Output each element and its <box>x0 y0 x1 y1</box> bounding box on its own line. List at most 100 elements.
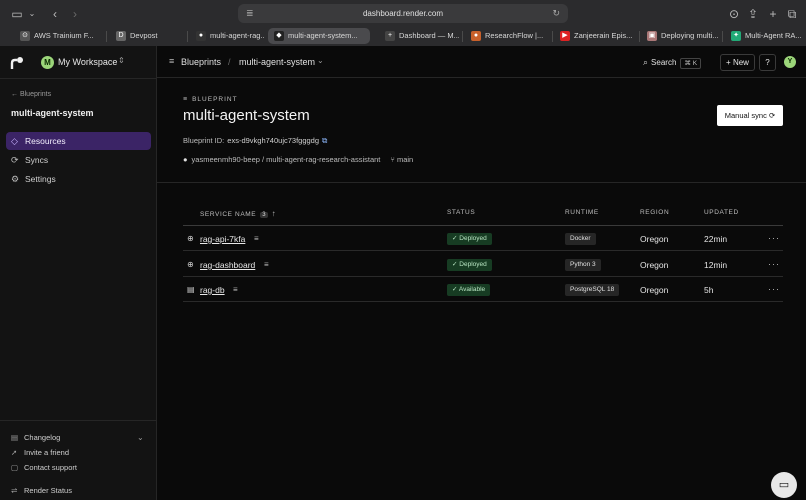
browser-tab[interactable]: ▣ Deploying multi... <box>641 28 719 44</box>
footer-link-label: Contact support <box>24 463 77 472</box>
tab-divider <box>639 31 640 42</box>
search-label: Search <box>651 58 677 67</box>
forward-arrow-icon[interactable]: › <box>68 5 82 23</box>
sidebar-item-syncs[interactable]: ⟳ Syncs <box>6 151 151 169</box>
browser-chrome: ▭ ⌄ ‹ › ≣ dashboard.render.com ↻ ⊙ ⇪ + ⧉… <box>0 0 806 46</box>
tab-favicon-icon: ✦ <box>731 31 741 41</box>
workspace-avatar[interactable]: M <box>41 56 54 69</box>
sidebar-toggle-icon[interactable]: ▭ <box>9 5 25 23</box>
back-to-blueprints-link[interactable]: ← Blueprints <box>11 91 51 98</box>
browser-tab[interactable]: ● ResearchFlow |... <box>465 28 549 44</box>
github-icon: ● <box>183 155 188 164</box>
tab-divider <box>722 31 723 42</box>
row-divider <box>183 301 783 302</box>
breadcrumb-current[interactable]: multi-agent-system <box>239 57 315 67</box>
browser-tab[interactable]: D Devpost <box>110 28 184 44</box>
globe-icon: ⊕ <box>187 260 194 269</box>
share-icon[interactable]: ⇪ <box>746 5 760 23</box>
browser-tab[interactable]: + Dashboard — M... <box>379 28 459 44</box>
new-tab-icon[interactable]: + <box>766 5 780 23</box>
blueprint-label-text: BLUEPRINT <box>192 96 238 103</box>
logs-icon[interactable]: ≡ <box>254 234 259 243</box>
browser-tab[interactable]: ● multi-agent-rag... <box>190 28 264 44</box>
repo-link[interactable]: yasmeenmh90-beep / multi-agent-rag-resea… <box>192 155 381 164</box>
sidebar-item-label: Settings <box>25 174 56 184</box>
sidebar-title: multi-agent-system <box>11 108 94 118</box>
page-title: multi-agent-system <box>183 107 310 124</box>
header-runtime: RUNTIME <box>565 209 599 216</box>
chevron-down-icon[interactable]: ⌄ <box>27 5 37 23</box>
chevron-up-down-icon[interactable]: ⇕ <box>118 56 125 65</box>
breadcrumb-separator: / <box>228 57 231 67</box>
header-region: REGION <box>640 209 670 216</box>
reload-icon[interactable]: ↻ <box>552 4 560 23</box>
url-bar[interactable]: ≣ dashboard.render.com ↻ <box>238 4 568 23</box>
tab-overview-icon[interactable]: ⧉ <box>785 5 799 23</box>
page-settings-icon[interactable]: ≣ <box>246 4 254 23</box>
service-name-link[interactable]: rag-api-7kfa <box>200 234 245 244</box>
plus-icon: + <box>726 58 733 67</box>
browser-tab[interactable]: ⊙ AWS Trainium F... <box>14 28 102 44</box>
more-options-icon[interactable]: ··· <box>768 233 780 243</box>
service-count-badge: 3 <box>260 212 268 218</box>
tab-label: Devpost <box>130 31 158 40</box>
tab-label: Deploying multi... <box>661 31 719 40</box>
blueprint-icon: ≡ <box>183 96 189 103</box>
browser-tab-active[interactable]: ◆ multi-agent-system... <box>268 28 370 44</box>
sidebar-item-settings[interactable]: ⚙ Settings <box>6 170 151 188</box>
status-text: Deployed <box>459 235 487 242</box>
service-name-link[interactable]: rag-db <box>200 285 225 295</box>
changelog-icon: ▤ <box>11 433 19 442</box>
user-avatar[interactable]: Y <box>784 56 796 68</box>
copy-icon[interactable]: ⧉ <box>322 136 327 145</box>
search-button[interactable]: ⌕ Search ⌘ K <box>643 57 702 69</box>
status-badge: ✓ Available <box>447 284 491 296</box>
new-button-label: New <box>732 58 749 67</box>
updated-cell: 5h <box>704 285 714 295</box>
help-button[interactable]: ? <box>759 54 776 71</box>
region-cell: Oregon <box>640 260 669 270</box>
more-options-icon[interactable]: ··· <box>768 284 780 294</box>
render-logo-icon[interactable] <box>10 56 24 70</box>
manual-sync-label: Manual sync <box>724 111 767 120</box>
more-options-icon[interactable]: ··· <box>768 259 780 269</box>
render-favicon-icon: ◆ <box>274 31 284 41</box>
sidebar-item-label: Syncs <box>25 155 49 165</box>
chevron-down-icon[interactable]: ⌄ <box>317 56 324 65</box>
tab-favicon-icon: ● <box>471 31 481 41</box>
blueprint-id-value: exs-d9vkgh740ujc73fgggdg <box>227 136 320 145</box>
tab-divider <box>106 31 107 42</box>
footer-link-label: Invite a friend <box>24 448 70 457</box>
updated-cell: 22min <box>704 234 728 244</box>
sort-arrow-up-icon[interactable]: ↑ <box>272 209 277 218</box>
tab-divider <box>462 31 463 42</box>
sidebar-item-resources[interactable]: ◇ Resources <box>6 132 151 150</box>
browser-toolbar: ▭ ⌄ ‹ › ≣ dashboard.render.com ↻ ⊙ ⇪ + ⧉ <box>0 0 806 27</box>
youtube-icon: ▶ <box>560 31 570 41</box>
browser-tab[interactable]: ✦ Multi-Agent RA... <box>725 28 803 44</box>
footer-link-label: Render Status <box>24 486 72 495</box>
logs-icon[interactable]: ≡ <box>264 260 269 269</box>
breadcrumb-blueprints[interactable]: Blueprints <box>181 57 221 67</box>
tab-label: multi-agent-system... <box>288 31 358 40</box>
changelog-link[interactable]: ▤ Changelog <box>11 433 60 442</box>
invite-friend-link[interactable]: ➚ Invite a friend <box>11 448 69 457</box>
status-icon: ⇌ <box>11 486 18 495</box>
header-service-name[interactable]: SERVICE NAME 3 ↑ <box>200 209 276 218</box>
service-name-link[interactable]: rag-dashboard <box>200 260 255 270</box>
send-icon: ➚ <box>11 448 18 457</box>
chevron-down-icon[interactable]: ⌄ <box>137 433 144 442</box>
back-arrow-icon[interactable]: ‹ <box>48 5 62 23</box>
workspace-name[interactable]: My Workspace <box>58 57 117 67</box>
new-button[interactable]: + New <box>720 54 755 71</box>
runtime-badge: PostgreSQL 18 <box>565 284 620 296</box>
logs-icon[interactable]: ≡ <box>233 285 238 294</box>
status-text: Deployed <box>459 261 487 268</box>
browser-tab[interactable]: ▶ Zanjeerain Epis... <box>554 28 636 44</box>
render-status-link[interactable]: ⇌ Render Status <box>11 486 72 495</box>
download-icon[interactable]: ⊙ <box>727 5 741 23</box>
contact-support-link[interactable]: ▢ Contact support <box>11 463 77 472</box>
row-divider <box>183 250 783 251</box>
chat-support-button[interactable]: ▭ <box>771 472 797 498</box>
manual-sync-button[interactable]: Manual sync ⟳ <box>717 105 783 126</box>
